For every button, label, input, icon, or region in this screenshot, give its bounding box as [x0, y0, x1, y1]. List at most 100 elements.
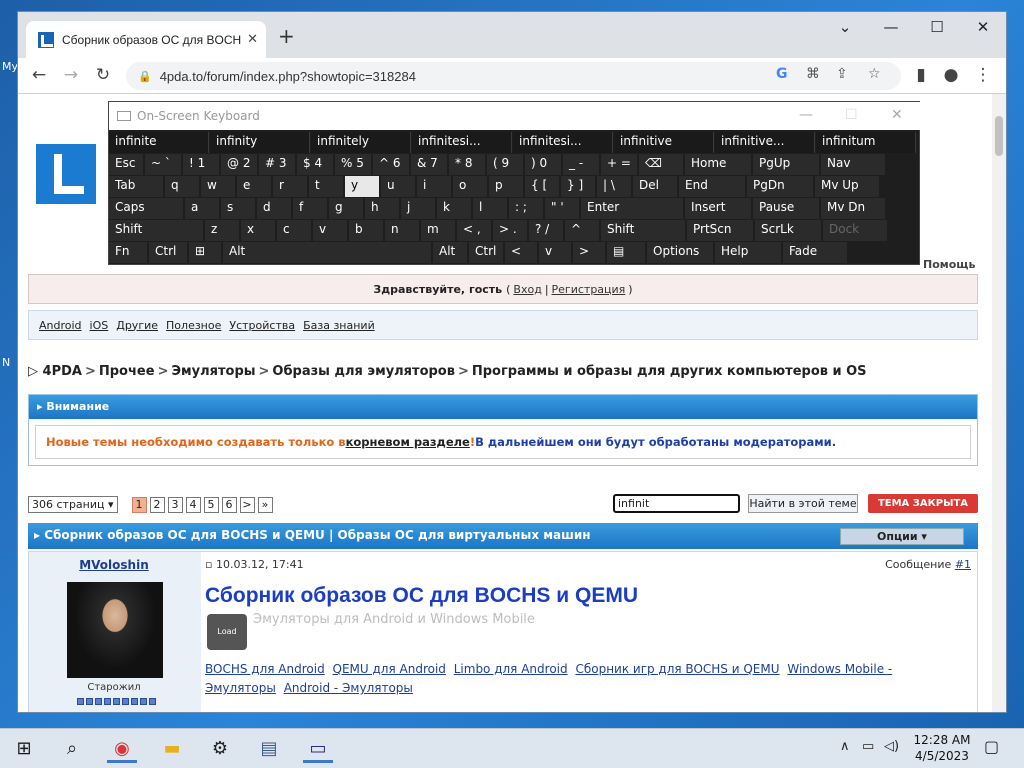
post-link[interactable]: Сборник игр для BOCHS и QEMU — [575, 662, 779, 676]
osk-key[interactable]: Del — [633, 176, 677, 197]
osk-key[interactable]: c — [277, 220, 311, 241]
osk-taskbar-icon[interactable]: ▭ — [303, 735, 333, 763]
osk-key[interactable]: _ - — [563, 154, 599, 175]
breadcrumb-item[interactable]: Программы и образы для других компьютеро… — [472, 364, 867, 379]
osk-key[interactable]: k — [437, 198, 471, 219]
pages-select[interactable]: 306 страниц ▾ — [28, 496, 118, 513]
osk-key[interactable]: ⊞ — [189, 242, 221, 263]
breadcrumb-item[interactable]: 4PDA — [43, 364, 82, 379]
desktop-icon-label[interactable]: N — [2, 356, 10, 369]
osk-key[interactable]: n — [385, 220, 419, 241]
osk-key[interactable]: $ 4 — [297, 154, 333, 175]
osk-key[interactable]: Tab — [109, 176, 163, 197]
osk-key[interactable]: infinite — [109, 132, 209, 153]
page-link[interactable]: 6 — [221, 496, 237, 513]
last-page-link[interactable]: » — [257, 496, 273, 513]
osk-key[interactable]: infinitely — [311, 132, 411, 153]
reload-icon[interactable]: ↻ — [92, 65, 114, 85]
osk-key[interactable]: y — [345, 176, 379, 197]
osk-key[interactable]: infinitum — [816, 132, 916, 153]
osk-minimize-icon[interactable]: — — [799, 107, 813, 123]
osk-key[interactable]: Pause — [753, 198, 819, 219]
osk-key[interactable]: < — [505, 242, 537, 263]
osk-key[interactable]: ^ — [565, 220, 599, 241]
osk-key[interactable]: f — [293, 198, 327, 219]
menu-kebab-icon[interactable]: ⋮ — [972, 65, 994, 85]
osk-key[interactable]: infinitesi... — [412, 132, 512, 153]
osk-key[interactable]: u — [381, 176, 415, 197]
osk-key[interactable]: Esc — [109, 154, 143, 175]
browser-tab[interactable]: Сборник образов ОС для BOCHS и QEMU ✕ — [26, 21, 266, 58]
osk-key[interactable]: * 8 — [449, 154, 485, 175]
osk-key[interactable]: Nav — [821, 154, 885, 175]
topic-search-input[interactable]: infinit — [613, 494, 740, 513]
osk-key[interactable]: : ; — [509, 198, 543, 219]
osk-key[interactable]: Fn — [109, 242, 147, 263]
osk-key[interactable]: > . — [493, 220, 527, 241]
osk-key[interactable]: infinitive — [614, 132, 714, 153]
osk-key[interactable]: d — [257, 198, 291, 219]
osk-key[interactable]: ? / — [529, 220, 563, 241]
close-window-icon[interactable]: ✕ — [968, 18, 998, 36]
osk-key[interactable]: p — [489, 176, 523, 197]
osk-key[interactable]: x — [241, 220, 275, 241]
post-link[interactable]: Android - Эмуляторы — [284, 681, 413, 695]
chrome-icon[interactable]: ◉ — [107, 735, 137, 763]
osk-key[interactable]: + = — [601, 154, 637, 175]
osk-key[interactable]: Shift — [601, 220, 685, 241]
next-page-link[interactable]: > — [239, 496, 255, 513]
page-link[interactable]: 1 — [131, 496, 147, 513]
osk-key[interactable]: infinitive... — [715, 132, 815, 153]
page-link[interactable]: 3 — [167, 496, 183, 513]
osk-key[interactable]: ▤ — [607, 242, 645, 263]
translate-icon[interactable]: ⌘ — [806, 66, 820, 82]
root-section-link[interactable]: корневом разделе — [346, 435, 470, 449]
post-link[interactable]: BOCHS для Android — [205, 662, 325, 676]
site-logo[interactable] — [36, 144, 96, 204]
osk-key[interactable]: Enter — [581, 198, 683, 219]
osk-key[interactable]: ~ ` — [145, 154, 181, 175]
osk-key[interactable]: t — [309, 176, 343, 197]
osk-key[interactable]: ScrLk — [755, 220, 821, 241]
osk-key[interactable]: } ] — [561, 176, 595, 197]
osk-key[interactable]: " ' — [545, 198, 579, 219]
share-icon[interactable]: ⇪ — [836, 66, 848, 82]
settings-gear-icon[interactable]: ⚙ — [205, 735, 235, 763]
osk-key[interactable]: > — [573, 242, 605, 263]
start-icon[interactable]: ⊞ — [9, 735, 39, 763]
desktop-icon-label[interactable]: My — [2, 60, 18, 73]
topic-search-button[interactable]: Найти в этой теме — [748, 494, 858, 513]
osk-key[interactable]: g — [329, 198, 363, 219]
url-text[interactable]: 4pda.to/forum/index.php?showtopic=318284 — [160, 69, 416, 84]
osk-key[interactable]: ( 9 — [487, 154, 523, 175]
nav-android[interactable]: Android — [39, 319, 82, 332]
bookmark-star-icon[interactable]: ☆ — [868, 66, 881, 82]
post-permalink[interactable]: #1 — [955, 558, 971, 571]
tab-close-icon[interactable]: ✕ — [247, 32, 258, 47]
osk-key[interactable]: s — [221, 198, 255, 219]
osk-key[interactable]: Alt — [433, 242, 467, 263]
osk-key[interactable]: a — [185, 198, 219, 219]
back-icon[interactable]: ← — [28, 65, 50, 85]
nav-other[interactable]: Другие — [116, 319, 158, 332]
post-link[interactable]: QEMU для Android — [333, 662, 446, 676]
search-icon[interactable]: ⌕ — [57, 735, 87, 763]
osk-key[interactable]: ⌫ — [639, 154, 683, 175]
osk-key[interactable]: j — [401, 198, 435, 219]
nav-knowledge[interactable]: База знаний — [303, 319, 375, 332]
osk-key[interactable]: h — [365, 198, 399, 219]
page-link[interactable]: 5 — [203, 496, 219, 513]
osk-maximize-icon[interactable]: ☐ — [845, 107, 858, 123]
osk-key[interactable]: i — [417, 176, 451, 197]
osk-key[interactable]: Home — [685, 154, 751, 175]
osk-key[interactable]: PrtScn — [687, 220, 753, 241]
author-name[interactable]: MVoloshin — [29, 558, 199, 572]
file-explorer-icon[interactable]: ▬ — [157, 735, 187, 763]
osk-key[interactable]: % 5 — [335, 154, 371, 175]
profile-icon[interactable]: ● — [940, 65, 962, 85]
forward-icon[interactable]: → — [60, 65, 82, 85]
osk-key[interactable]: Options — [647, 242, 713, 263]
nav-ios[interactable]: iOS — [90, 319, 109, 332]
osk-key[interactable]: z — [205, 220, 239, 241]
osk-key[interactable]: Shift — [109, 220, 203, 241]
